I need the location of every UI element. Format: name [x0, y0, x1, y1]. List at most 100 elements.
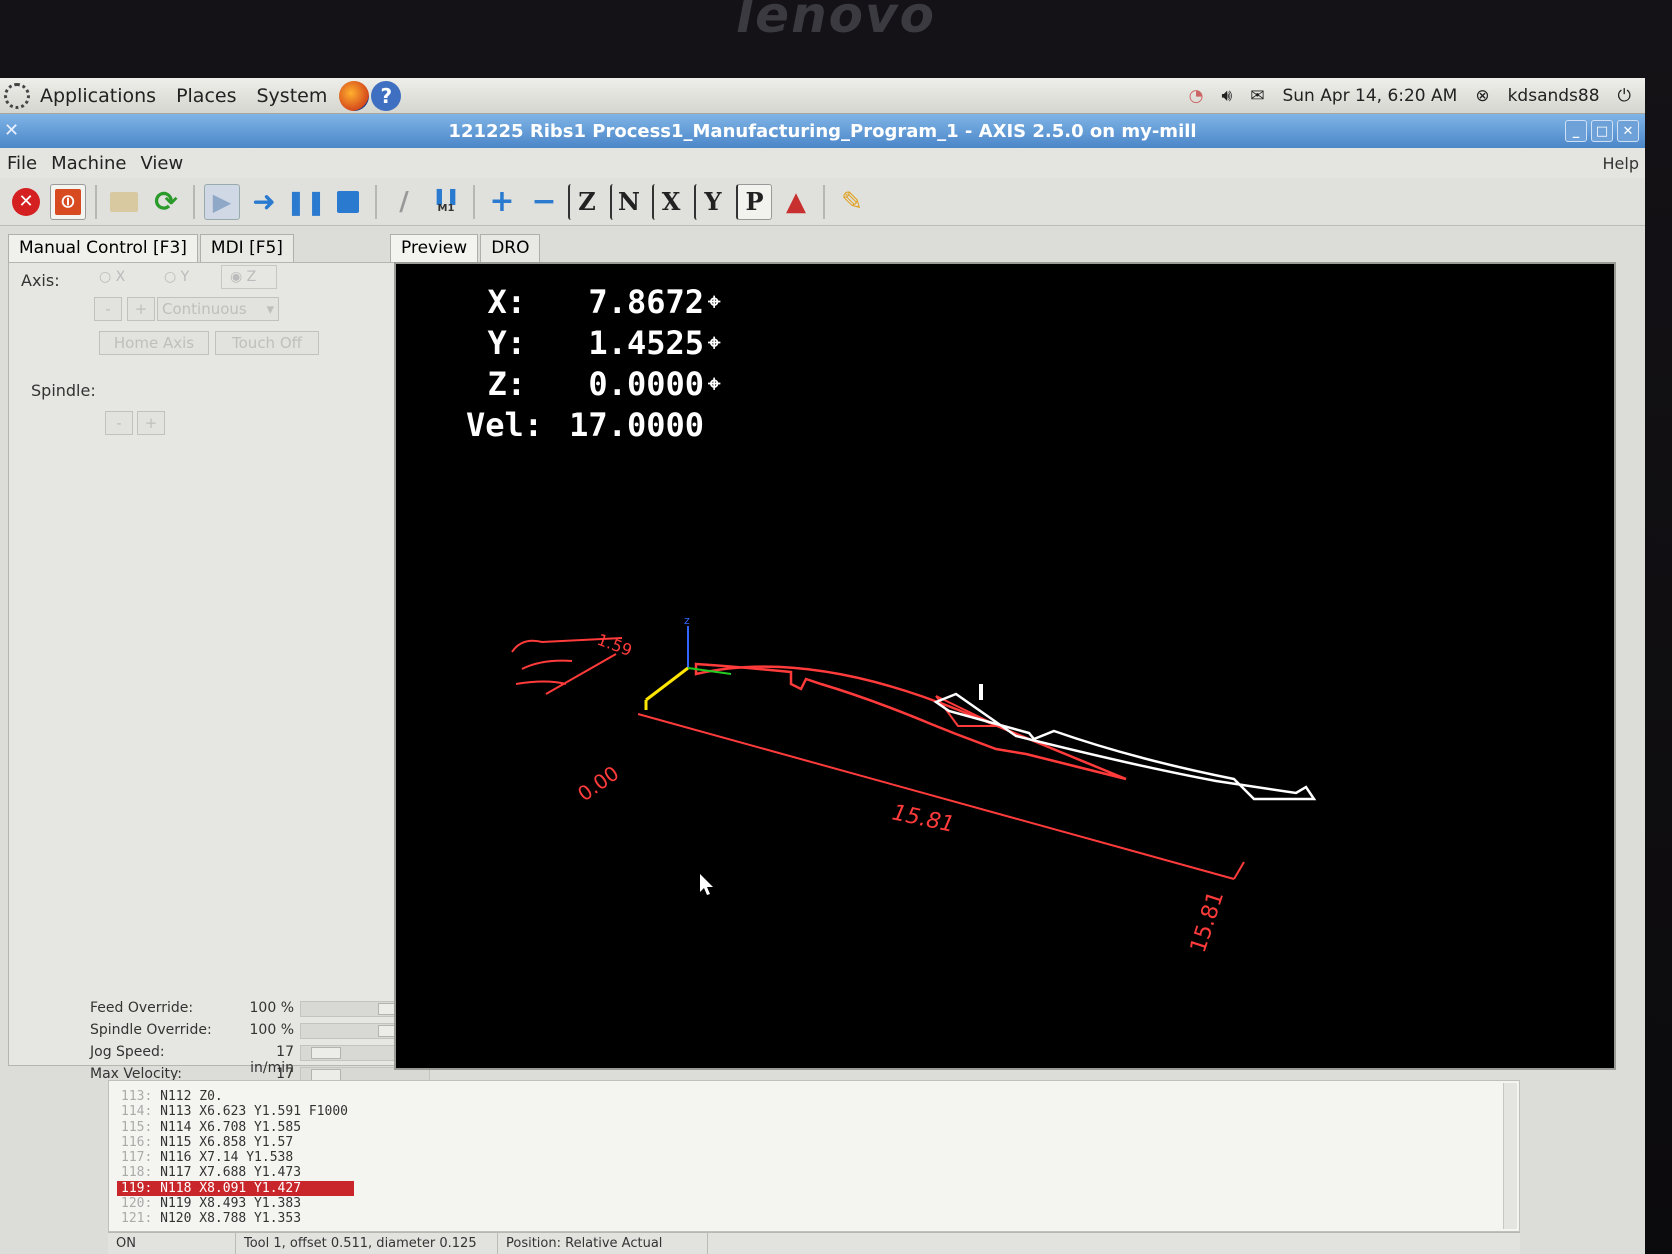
window-menu-icon[interactable]: ✕ [4, 120, 19, 141]
gcode-line-text: N120 X8.788 Y1.353 [160, 1211, 302, 1227]
axis-radio-x[interactable]: ○ X [99, 269, 125, 285]
volume-icon[interactable]: 🔊︎ [1221, 86, 1232, 106]
spindle-minus-button[interactable]: - [105, 411, 133, 435]
jog-plus-button[interactable]: + [127, 297, 155, 321]
tab-dro[interactable]: DRO [480, 234, 541, 262]
pause-icon: ❚❚ [285, 187, 327, 216]
machine-power-button[interactable]: ⏼ [50, 183, 86, 220]
jog-speed-thumb[interactable] [311, 1047, 341, 1059]
file-menu[interactable]: File [0, 153, 44, 174]
view-y-button[interactable]: Y [694, 183, 730, 220]
clear-backplot-button[interactable]: ✎ [834, 184, 870, 220]
help-launcher-icon[interactable]: ? [371, 80, 402, 111]
close-button[interactable]: ✕ [1617, 120, 1639, 142]
tool-info: Tool 1, offset 0.511, diameter 0.125 [236, 1233, 498, 1254]
view-menu[interactable]: View [133, 153, 190, 174]
mail-icon[interactable]: ✉ [1250, 86, 1264, 106]
left-tabbar: Manual Control [F3] MDI [F5] [8, 234, 296, 262]
optional-stop-icon: ❚❚ M1 [432, 185, 460, 214]
gcode-line[interactable]: 114: N113 X6.623 Y1.591 F1000 [117, 1104, 354, 1119]
applications-menu[interactable]: Applications [30, 85, 166, 107]
tab-preview[interactable]: Preview [390, 234, 479, 262]
gcode-listing[interactable]: 113: N112 Z0. 114: N113 X6.623 Y1.591 F10… [108, 1080, 1520, 1232]
gcode-line-current[interactable]: 119: N118 X8.091 Y1.427 [117, 1180, 354, 1197]
z-axis-letter: z [684, 614, 690, 627]
block-delete-icon: / [399, 186, 409, 217]
gcode-line-number: 121: [121, 1211, 153, 1227]
tab-manual-control[interactable]: Manual Control [F3] [8, 234, 198, 262]
z-extent-label: 0.00 [573, 761, 623, 806]
system-menu[interactable]: System [246, 85, 337, 107]
zoom-out-button[interactable]: − [526, 184, 562, 220]
help-menu[interactable]: Help [1603, 154, 1639, 173]
network-icon[interactable]: ◔ [1189, 86, 1204, 106]
reload-icon: ⟳ [154, 185, 178, 218]
gcode-line[interactable]: 113: N112 Z0. [117, 1089, 354, 1104]
gcode-line[interactable]: 120: N119 X8.493 Y1.383 [117, 1196, 354, 1211]
places-menu[interactable]: Places [166, 85, 246, 107]
run-button[interactable]: ▶ [204, 183, 240, 220]
optional-stop-button[interactable]: ❚❚ M1 [428, 184, 464, 220]
shutdown-icon[interactable]: ⏻ [1618, 86, 1631, 106]
right-tabbar: Preview DRO [390, 234, 542, 262]
gcode-line[interactable]: 121: N120 X8.788 Y1.353 [117, 1211, 354, 1226]
axis-radio-z[interactable]: ◉ Z [221, 265, 277, 289]
minimize-button[interactable]: _ [1565, 120, 1587, 142]
gcode-scrollbar[interactable] [1503, 1083, 1517, 1229]
folder-icon [110, 191, 138, 212]
user-switch-icon[interactable]: ⊗ [1475, 86, 1489, 106]
view-x-button[interactable]: X [652, 183, 688, 220]
stop-button[interactable] [330, 184, 366, 220]
axis-radio-y[interactable]: ○ Y [164, 269, 189, 285]
block-delete-button[interactable]: / [386, 184, 422, 220]
machine-state: ON [108, 1233, 236, 1254]
jog-increment-select[interactable]: Continuous ▾ [157, 297, 279, 321]
gnome-menu-icon[interactable] [4, 82, 30, 109]
jog-minus-button[interactable]: - [94, 297, 122, 321]
maximize-button[interactable]: □ [1591, 120, 1613, 142]
monitor-brand-logo: lenovo [736, 0, 936, 44]
open-file-button[interactable] [106, 184, 142, 220]
gcode-line[interactable]: 116: N115 X6.858 Y1.57 [117, 1135, 354, 1150]
window-titlebar[interactable]: ✕ 121225 Ribs1 Process1_Manufacturing_Pr… [0, 114, 1645, 148]
machine-menu[interactable]: Machine [44, 153, 133, 174]
reload-button[interactable]: ⟳ [148, 184, 184, 220]
firefox-launcher-icon[interactable] [339, 80, 370, 111]
pause-button[interactable]: ❚❚ [285, 184, 327, 220]
tab-mdi[interactable]: MDI [F5] [199, 234, 294, 262]
spindle-override-label: Spindle Override: [90, 1022, 212, 1038]
broom-icon: ✎ [841, 186, 863, 217]
panel-user[interactable]: kdsands88 [1508, 86, 1600, 106]
toolpath-preview[interactable]: X: 7.8672 ⌖ Y: 1.4525 ⌖ Z: 0.0000 ⌖ Vel:… [394, 262, 1616, 1070]
x-extent-label: 15.81 [890, 800, 957, 838]
estop-button[interactable]: ✕ [8, 184, 44, 220]
feed-override-row: Feed Override: 100 % [90, 1000, 430, 1017]
gcode-line-number: 119: [121, 1180, 153, 1196]
zoom-in-button[interactable]: + [484, 184, 520, 220]
gcode-line[interactable]: 115: N114 X6.708 Y1.585 [117, 1120, 354, 1135]
gcode-lines: 113: N112 Z0. 114: N113 X6.623 Y1.591 F10… [117, 1089, 354, 1227]
panel-clock[interactable]: Sun Apr 14, 6:20 AM [1282, 86, 1457, 106]
x-extent-line [637, 713, 1235, 880]
touch-off-button[interactable]: Touch Off [215, 331, 319, 355]
y-extent-label: 15.81 [1186, 888, 1229, 956]
home-axis-button[interactable]: Home Axis [99, 331, 209, 355]
spindle-plus-button[interactable]: + [137, 411, 165, 435]
screen: Applications Places System ? ◔ 🔊︎ ✉ Sun … [0, 78, 1645, 1254]
view-z-button[interactable]: Z [568, 183, 604, 220]
view-z-rotated-button[interactable]: N [610, 183, 646, 220]
power-icon: ⏼ [55, 188, 81, 215]
status-bar: ON Tool 1, offset 0.511, diameter 0.125 … [108, 1232, 1520, 1254]
menubar: File Machine View Help [0, 148, 1645, 178]
mouse-cursor-icon [700, 874, 713, 895]
view-p-button[interactable]: P [736, 183, 772, 220]
gcode-line[interactable]: 117: N116 X7.14 Y1.538 [117, 1150, 354, 1165]
rotate-view-button[interactable]: ▲ [778, 184, 814, 220]
spindle-override-value: 100 % [249, 1022, 294, 1038]
feed-override-value: 100 % [249, 1000, 294, 1016]
gcode-line-number: 118: [121, 1165, 153, 1181]
top-panel: Applications Places System ? ◔ 🔊︎ ✉ Sun … [0, 78, 1645, 114]
gcode-line-number: 116: [121, 1134, 153, 1150]
gcode-line[interactable]: 118: N117 X7.688 Y1.473 [117, 1165, 354, 1180]
step-button[interactable]: ➜ [246, 184, 282, 220]
